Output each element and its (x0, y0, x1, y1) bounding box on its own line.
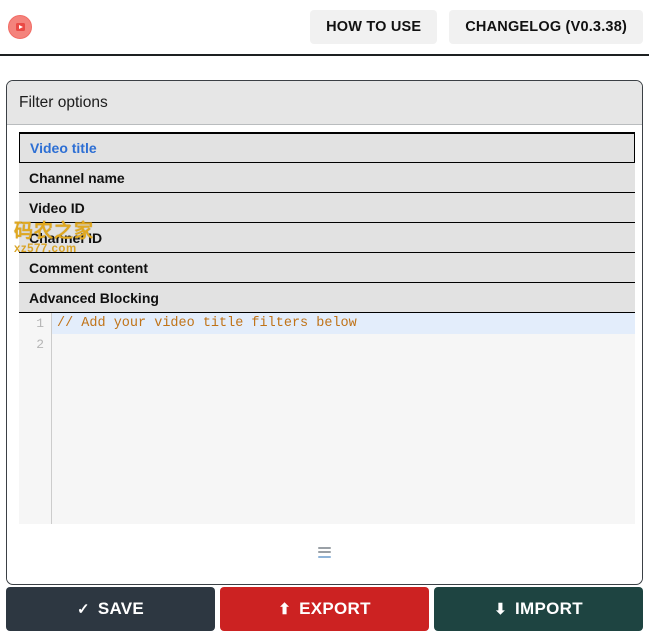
app-root: HOW TO USE CHANGELOG (V0.3.38) Filter op… (0, 0, 649, 637)
page-title: Filter options (19, 93, 108, 111)
filter-options-card: Filter options Video title Channel name … (6, 80, 643, 585)
check-icon: ✓ (76, 600, 90, 618)
filter-item-label: Comment content (29, 259, 148, 276)
filter-list: Video title Channel name Video ID Channe… (19, 132, 635, 313)
card-body: Video title Channel name Video ID Channe… (7, 125, 642, 580)
filter-item-video-id[interactable]: Video ID (19, 193, 635, 223)
filter-item-advanced-blocking[interactable]: Advanced Blocking (19, 283, 635, 313)
save-button[interactable]: ✓ SAVE (6, 587, 215, 631)
logo (4, 11, 36, 43)
arrow-up-icon: ⬆ (278, 600, 292, 618)
line-number: 2 (36, 337, 44, 352)
line-number: 1 (36, 316, 44, 331)
play-triangle-icon (18, 25, 23, 29)
changelog-button[interactable]: CHANGELOG (V0.3.38) (449, 10, 643, 44)
export-button[interactable]: ⬆ EXPORT (220, 587, 429, 631)
how-to-use-button[interactable]: HOW TO USE (310, 10, 438, 44)
handle-bar (318, 555, 331, 558)
card-header: Filter options (7, 81, 642, 125)
filter-item-label: Video ID (29, 199, 85, 216)
export-button-label: EXPORT (299, 599, 371, 618)
arrow-down-icon: ⬇ (494, 600, 507, 618)
filter-item-label: Video title (30, 140, 97, 156)
play-tile-icon (15, 23, 25, 31)
code-line[interactable] (53, 334, 635, 355)
filter-item-label: Channel ID (29, 229, 103, 246)
filter-item-channel-id[interactable]: Channel ID (19, 223, 635, 253)
filter-item-video-title[interactable]: Video title (19, 133, 635, 163)
save-button-label: SAVE (97, 599, 145, 618)
import-button[interactable]: ⬇ IMPORT (434, 587, 643, 631)
youtube-play-circle-icon (8, 15, 32, 39)
editor-resize-zone (7, 524, 642, 580)
editor-code-area[interactable]: // Add your video title filters below (53, 313, 635, 524)
drag-handle-icon[interactable] (318, 546, 331, 558)
code-editor[interactable]: 1 2 // Add your video title filters belo… (19, 313, 635, 524)
handle-bar (318, 551, 331, 553)
code-line[interactable]: // Add your video title filters below (53, 313, 635, 334)
filter-item-label: Advanced Blocking (29, 289, 159, 306)
filter-item-comment-content[interactable]: Comment content (19, 253, 635, 283)
editor-gutter: 1 2 (19, 313, 52, 524)
import-button-label: IMPORT (514, 599, 583, 618)
filter-item-label: Channel name (29, 169, 125, 186)
handle-bar (318, 546, 331, 549)
filter-item-channel-name[interactable]: Channel name (19, 163, 635, 193)
footer-actions: ✓ SAVE ⬆ EXPORT ⬇ IMPORT (6, 587, 643, 631)
app-header: HOW TO USE CHANGELOG (V0.3.38) (0, 0, 649, 56)
